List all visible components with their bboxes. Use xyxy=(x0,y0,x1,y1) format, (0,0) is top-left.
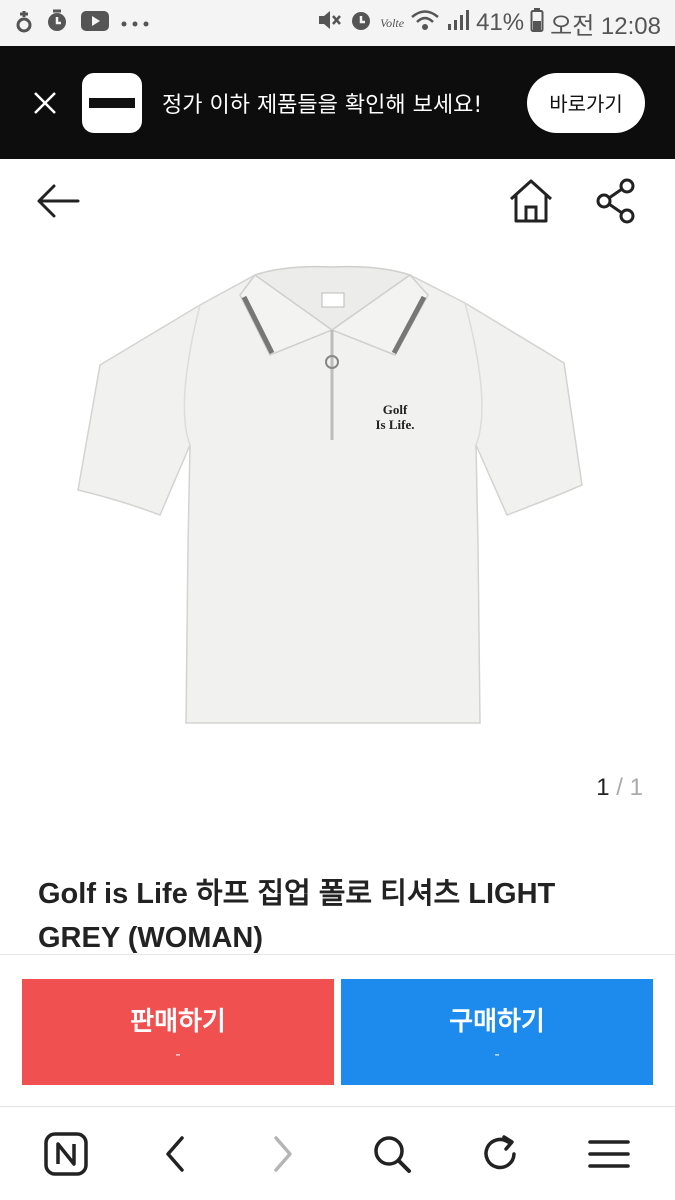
share-icon[interactable] xyxy=(594,177,638,225)
close-icon[interactable] xyxy=(22,80,68,126)
go-button[interactable]: 바로가기 xyxy=(527,72,645,133)
sync-icon xyxy=(14,8,34,38)
back-icon[interactable] xyxy=(143,1122,207,1186)
menu-icon[interactable] xyxy=(577,1122,641,1186)
signal-icon xyxy=(446,8,470,38)
image-counter-total: 1 xyxy=(629,774,643,801)
polo-shirt-image: Golf Is Life. xyxy=(77,265,583,724)
clock: 오전 12:08 xyxy=(550,12,661,40)
promo-text: 정가 이하 제품들을 확인해 보세요! xyxy=(162,92,483,118)
naver-home-icon[interactable] xyxy=(34,1122,98,1186)
shirt-print-line2: Is Life. xyxy=(376,417,415,432)
wifi-icon xyxy=(410,8,440,38)
action-area: 판매하기 - 구매하기 - xyxy=(0,954,675,1104)
forward-icon[interactable] xyxy=(251,1122,315,1186)
battery-percent: 41% xyxy=(476,9,525,36)
image-counter-separator: / xyxy=(616,774,623,801)
browser-nav-bar xyxy=(0,1106,675,1200)
sell-price: - xyxy=(175,1045,181,1063)
status-right: Volte 41% 오전 12:08 xyxy=(316,6,661,41)
volte-icon: Volte xyxy=(380,15,405,30)
product-title: Golf is Life 하프 집업 폴로 티셔츠 LIGHT GREY (WO… xyxy=(38,878,556,954)
youtube-icon xyxy=(80,9,110,37)
more-icon xyxy=(120,14,150,33)
image-counter-current: 1 xyxy=(596,774,610,801)
shirt-print-line1: Golf xyxy=(383,402,408,417)
status-left xyxy=(14,8,150,38)
sell-button[interactable]: 판매하기 - xyxy=(22,979,334,1085)
battery-icon xyxy=(530,7,544,39)
image-counter: 1 / 1 xyxy=(596,774,643,802)
buy-label: 구매하기 xyxy=(449,1005,545,1036)
product-image[interactable]: Golf Is Life. xyxy=(60,245,615,745)
logo-bar xyxy=(89,97,135,108)
alarm-icon xyxy=(348,7,374,39)
search-icon[interactable] xyxy=(360,1122,424,1186)
home-icon[interactable] xyxy=(506,177,556,225)
buy-price: - xyxy=(494,1045,500,1063)
sell-label: 판매하기 xyxy=(130,1005,226,1036)
header xyxy=(0,159,675,245)
buy-button[interactable]: 구매하기 - xyxy=(341,979,653,1085)
promo-banner: 정가 이하 제품들을 확인해 보세요! 바로가기 xyxy=(0,46,675,159)
back-arrow-icon[interactable] xyxy=(34,179,82,223)
status-bar: Volte 41% 오전 12:08 xyxy=(0,0,675,46)
refresh-icon[interactable] xyxy=(468,1122,532,1186)
alarm-icon xyxy=(44,8,70,38)
app-logo xyxy=(82,72,142,133)
mute-icon xyxy=(316,7,342,39)
